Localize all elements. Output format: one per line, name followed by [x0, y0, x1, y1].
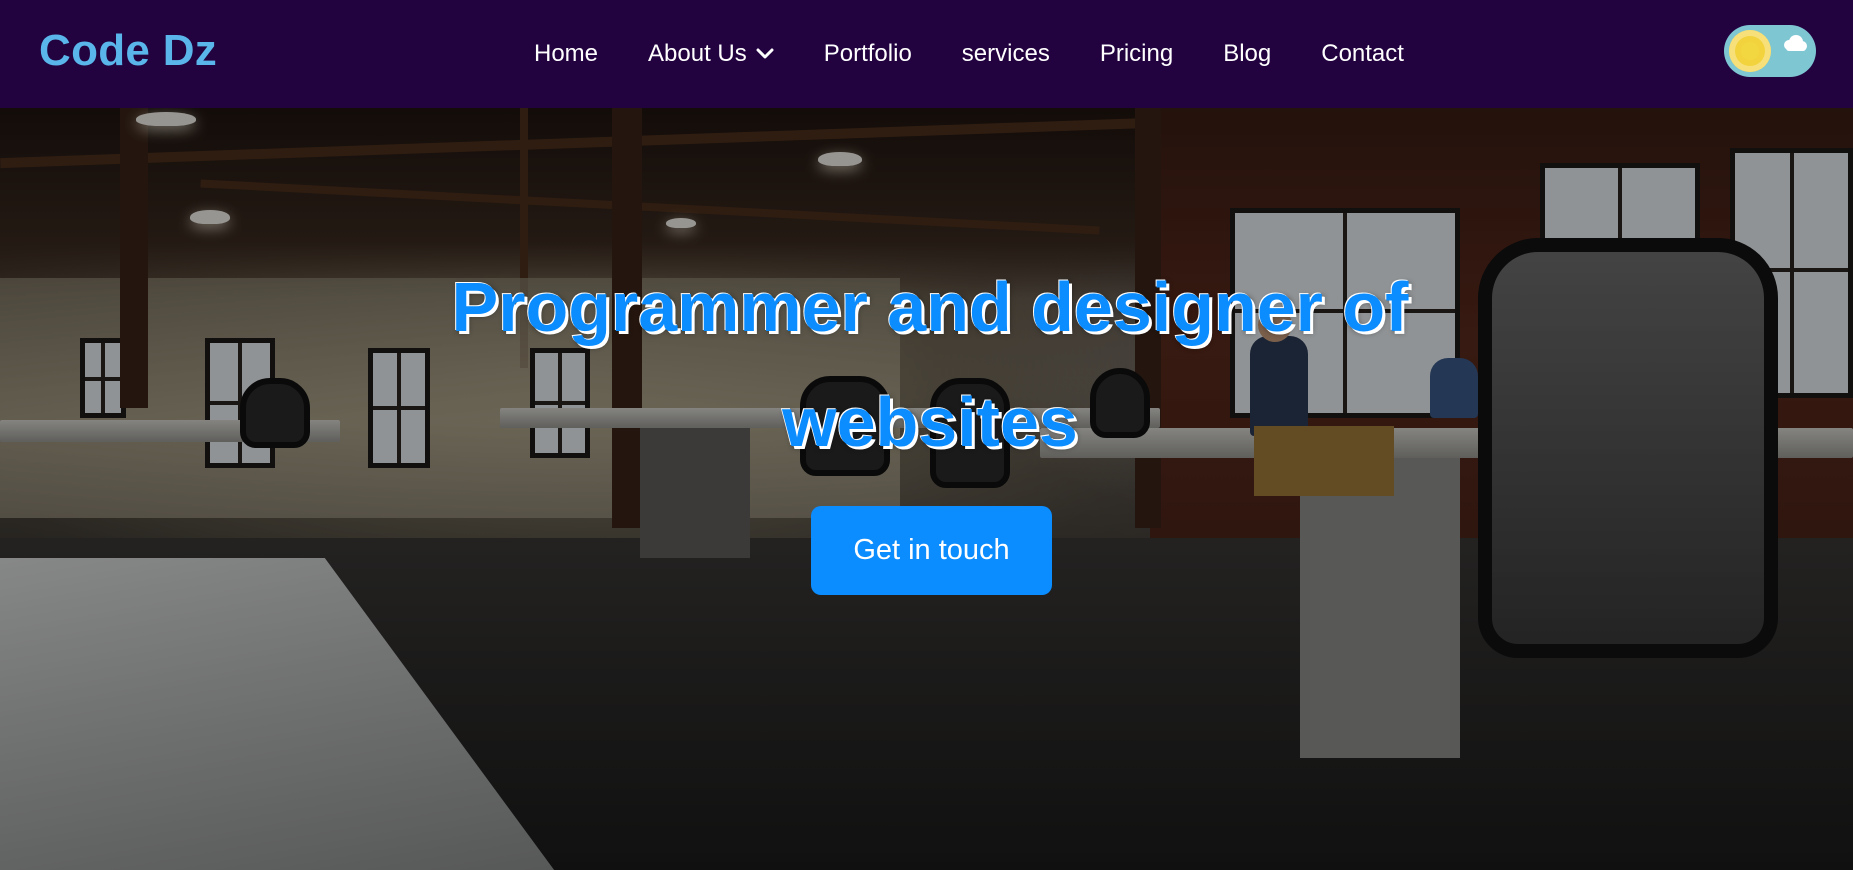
nav-item-home[interactable]: Home [534, 40, 598, 68]
site-logo[interactable]: Code Dz [39, 26, 217, 76]
hero-section: Programmer and designer of websites Get … [0, 108, 1853, 870]
nav-item-services[interactable]: services [962, 40, 1050, 68]
nav-item-blog[interactable]: Blog [1223, 40, 1271, 68]
nav-item-label: Blog [1223, 40, 1272, 67]
nav-item-label: Contact [1321, 40, 1404, 67]
nav-item-label: Portfolio [823, 40, 912, 67]
sun-icon [1729, 30, 1771, 72]
get-in-touch-button[interactable]: Get in touch [811, 506, 1052, 595]
theme-toggle[interactable] [1724, 25, 1816, 77]
nav-item-about-us[interactable]: About Us [648, 40, 774, 68]
main-nav: Home About Us Portfolio services Pricing… [534, 36, 1404, 72]
nav-item-label: Home [534, 40, 599, 67]
hero-overlay [0, 108, 1853, 870]
nav-item-label: services [961, 40, 1050, 67]
cloud-icon [1784, 35, 1807, 51]
nav-item-pricing[interactable]: Pricing [1100, 40, 1173, 68]
navbar: Code Dz Home About Us Portfolio services… [0, 0, 1853, 108]
chevron-down-icon [756, 48, 774, 59]
nav-item-portfolio[interactable]: Portfolio [824, 40, 912, 68]
hero-title: Programmer and designer of websites [451, 268, 1409, 461]
nav-item-label: Pricing [1099, 40, 1174, 67]
nav-item-label: About Us [648, 40, 747, 67]
nav-item-contact[interactable]: Contact [1321, 40, 1404, 68]
sun-core [1741, 42, 1759, 60]
